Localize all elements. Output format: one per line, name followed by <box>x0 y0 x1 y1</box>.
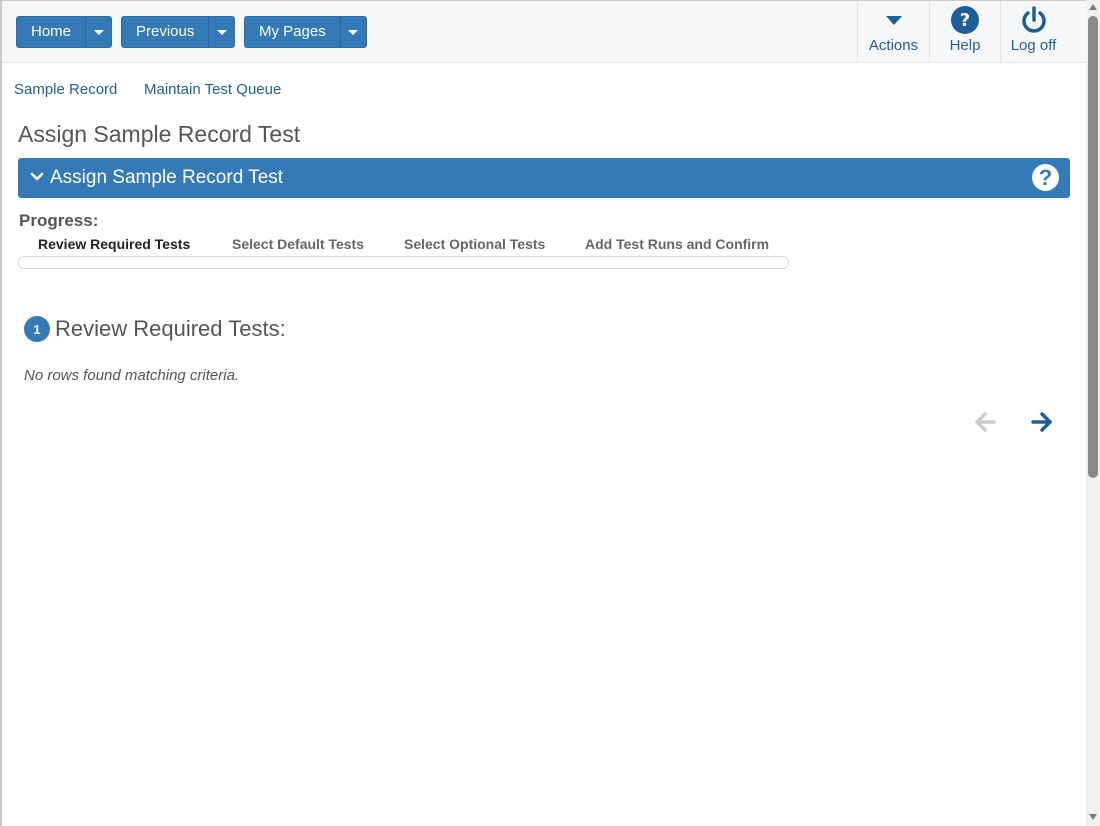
breadcrumb-sample-record[interactable]: Sample Record <box>14 81 117 98</box>
progress-label: Progress: <box>19 211 99 230</box>
empty-message: No rows found matching criteria. <box>24 367 240 384</box>
actions-menu[interactable]: Actions <box>857 1 929 63</box>
previous-dropdown-toggle[interactable] <box>208 17 234 47</box>
vertical-scrollbar[interactable] <box>1086 0 1100 826</box>
power-icon <box>1019 3 1049 37</box>
home-split-button: Home <box>16 16 113 48</box>
previous-button[interactable]: Previous <box>122 17 208 47</box>
panel-help-icon[interactable]: ? <box>1032 164 1059 191</box>
progress-step-review-required-tests: Review Required Tests <box>38 236 191 252</box>
question-circle-icon: ? <box>950 3 980 37</box>
logoff-label: Log off <box>1010 37 1057 54</box>
logoff-button[interactable]: Log off <box>1000 1 1066 63</box>
progress-bar <box>18 256 789 269</box>
step-number-badge: 1 <box>24 316 50 342</box>
caret-down-icon <box>348 29 359 35</box>
scroll-thumb[interactable] <box>1088 16 1098 478</box>
section-title: Review Required Tests: <box>55 316 286 341</box>
help-label: Help <box>949 37 981 54</box>
home-button[interactable]: Home <box>17 17 85 47</box>
progress-step-select-default-tests: Select Default Tests <box>232 236 365 252</box>
panel-header[interactable]: Assign Sample Record Test ? <box>18 158 1070 198</box>
scroll-down-arrow[interactable] <box>1089 814 1097 820</box>
page-title: Assign Sample Record Test <box>18 121 301 147</box>
previous-split-button: Previous <box>121 16 236 48</box>
chevron-down-icon <box>30 172 44 181</box>
progress-step-select-optional-tests: Select Optional Tests <box>404 236 546 252</box>
top-toolbar: Home Previous My Pages Actions ? Help Lo… <box>2 1 1086 63</box>
my-pages-button[interactable]: My Pages <box>245 17 340 47</box>
arrow-left-icon <box>975 412 996 432</box>
caret-down-icon <box>884 3 904 37</box>
next-step-button[interactable] <box>1029 409 1055 435</box>
caret-down-icon <box>93 29 104 35</box>
breadcrumb-maintain-test-queue[interactable]: Maintain Test Queue <box>144 81 281 98</box>
scroll-up-arrow[interactable] <box>1089 4 1097 10</box>
progress-step-add-test-runs: Add Test Runs and Confirm <box>585 236 770 252</box>
home-dropdown-toggle[interactable] <box>85 17 111 47</box>
caret-down-icon <box>216 29 227 35</box>
my-pages-split-button: My Pages <box>244 16 367 48</box>
arrow-right-icon <box>1031 412 1052 432</box>
help-button[interactable]: ? Help <box>929 1 1000 63</box>
svg-text:?: ? <box>960 10 970 31</box>
panel-title: Assign Sample Record Test <box>50 167 284 188</box>
actions-label: Actions <box>868 37 919 54</box>
my-pages-dropdown-toggle[interactable] <box>339 17 366 47</box>
section-header: 1 Review Required Tests: <box>24 316 286 342</box>
previous-step-button[interactable] <box>972 409 998 435</box>
